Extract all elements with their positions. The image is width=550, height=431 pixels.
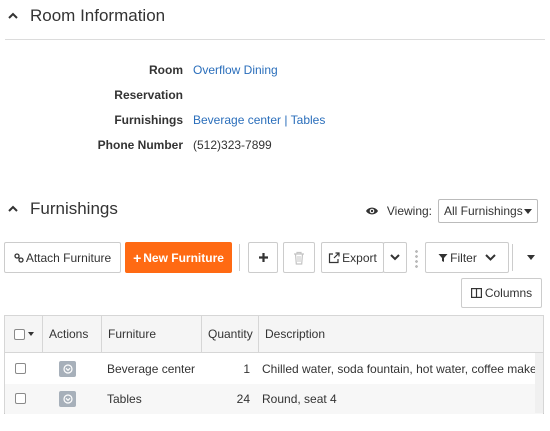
drag-handle-icon[interactable] — [415, 249, 418, 268]
header-furniture[interactable]: Furniture — [102, 316, 202, 353]
room-info-title: Room Information — [30, 6, 166, 25]
select-all-header[interactable] — [5, 316, 43, 353]
chevron-up-icon[interactable] — [6, 202, 20, 216]
export-button[interactable]: Export — [321, 242, 384, 273]
row-checkbox[interactable] — [15, 363, 26, 374]
columns-button[interactable]: Columns — [461, 278, 542, 308]
new-furniture-label: New Furniture — [143, 250, 224, 265]
trash-icon — [294, 251, 304, 265]
action-menu-icon[interactable] — [59, 361, 76, 377]
chevron-down-icon — [485, 254, 496, 261]
dropdown-arrow-icon — [524, 208, 532, 214]
description-cell: Round, seat 4 — [262, 392, 337, 406]
filter-icon — [438, 253, 448, 262]
export-icon — [329, 251, 340, 263]
field-phone: Phone Number (512)323-7899 — [0, 137, 550, 153]
delete-button[interactable] — [283, 242, 315, 273]
furniture-link[interactable]: Beverage center — [107, 354, 195, 384]
furnishing-link-beverage-center[interactable]: Beverage center — [193, 113, 281, 127]
furnishings-grid: Actions Furniture Quantity Description B… — [4, 315, 544, 414]
room-info-divider — [5, 39, 545, 40]
furnishing-link-tables[interactable]: Tables — [291, 113, 326, 127]
table-row: Beverage center 1 Chilled water, soda fo… — [5, 354, 543, 384]
export-dropdown-button[interactable] — [383, 242, 407, 273]
chevron-down-icon — [390, 254, 400, 261]
quantity-cell: 24 — [236, 392, 250, 406]
header-actions[interactable]: Actions — [43, 316, 102, 353]
field-reservation: Reservation — [0, 87, 550, 103]
furnishings-title: Furnishings — [30, 199, 118, 218]
eye-icon — [365, 207, 378, 215]
circle-chevron-icon — [62, 364, 73, 374]
chevron-up-icon[interactable] — [6, 9, 20, 23]
field-phone-label: Phone Number — [97, 138, 183, 152]
paperclip-icon — [14, 252, 24, 263]
attach-furniture-label: Attach Furniture — [25, 250, 112, 265]
attach-furniture-button[interactable]: Attach Furniture — [4, 242, 121, 273]
furnishing-link-separator: | — [281, 113, 291, 127]
field-room: Room Overflow Dining — [0, 62, 550, 78]
toolbar-divider — [239, 244, 240, 271]
caret-down-icon[interactable] — [28, 332, 34, 336]
field-phone-value: (512)323-7899 — [193, 138, 272, 152]
columns-icon — [470, 288, 482, 298]
field-reservation-label: Reservation — [114, 88, 183, 102]
new-furniture-button[interactable]: + New Furniture — [125, 242, 232, 273]
add-button[interactable] — [248, 242, 278, 273]
caret-down-icon — [527, 255, 535, 260]
grid-scrollbar[interactable] — [535, 353, 543, 413]
grid-header: Actions Furniture Quantity Description — [5, 316, 543, 353]
quantity-cell: 1 — [243, 362, 250, 376]
viewing-select[interactable]: All Furnishings — [438, 199, 538, 223]
header-description[interactable]: Description — [259, 316, 537, 353]
viewing-label: Viewing: — [386, 204, 432, 218]
room-info-header[interactable]: Room Information — [0, 6, 165, 26]
export-label: Export — [342, 250, 377, 265]
filter-button[interactable]: Filter — [425, 242, 509, 273]
row-checkbox[interactable] — [15, 393, 26, 404]
plus-icon — [258, 253, 268, 262]
furniture-link[interactable]: Tables — [107, 384, 142, 414]
circle-chevron-icon — [62, 394, 73, 404]
action-menu-icon[interactable] — [59, 391, 76, 407]
table-row: Tables 24 Round, seat 4 — [5, 384, 543, 414]
viewing-control: Viewing: All Furnishings — [365, 199, 538, 223]
more-options-button[interactable] — [516, 242, 546, 273]
columns-label: Columns — [484, 286, 533, 300]
toolbar-divider — [512, 244, 513, 271]
room-link[interactable]: Overflow Dining — [193, 62, 278, 78]
filter-label: Filter — [450, 250, 477, 265]
header-quantity[interactable]: Quantity — [202, 316, 259, 353]
toolbar: Attach Furniture + New Furniture Export … — [4, 241, 546, 275]
description-cell: Chilled water, soda fountain, hot water,… — [262, 362, 541, 376]
field-room-label: Room — [149, 63, 183, 77]
checkbox-icon[interactable] — [14, 329, 25, 340]
field-furnishings: Furnishings Beverage center | Tables — [0, 112, 550, 128]
plus-icon: + — [133, 249, 142, 266]
furnishings-header[interactable]: Furnishings — [0, 199, 118, 219]
field-furnishings-value: Beverage center | Tables — [193, 112, 325, 128]
field-furnishings-label: Furnishings — [114, 113, 183, 127]
viewing-select-value: All Furnishings — [444, 204, 523, 218]
